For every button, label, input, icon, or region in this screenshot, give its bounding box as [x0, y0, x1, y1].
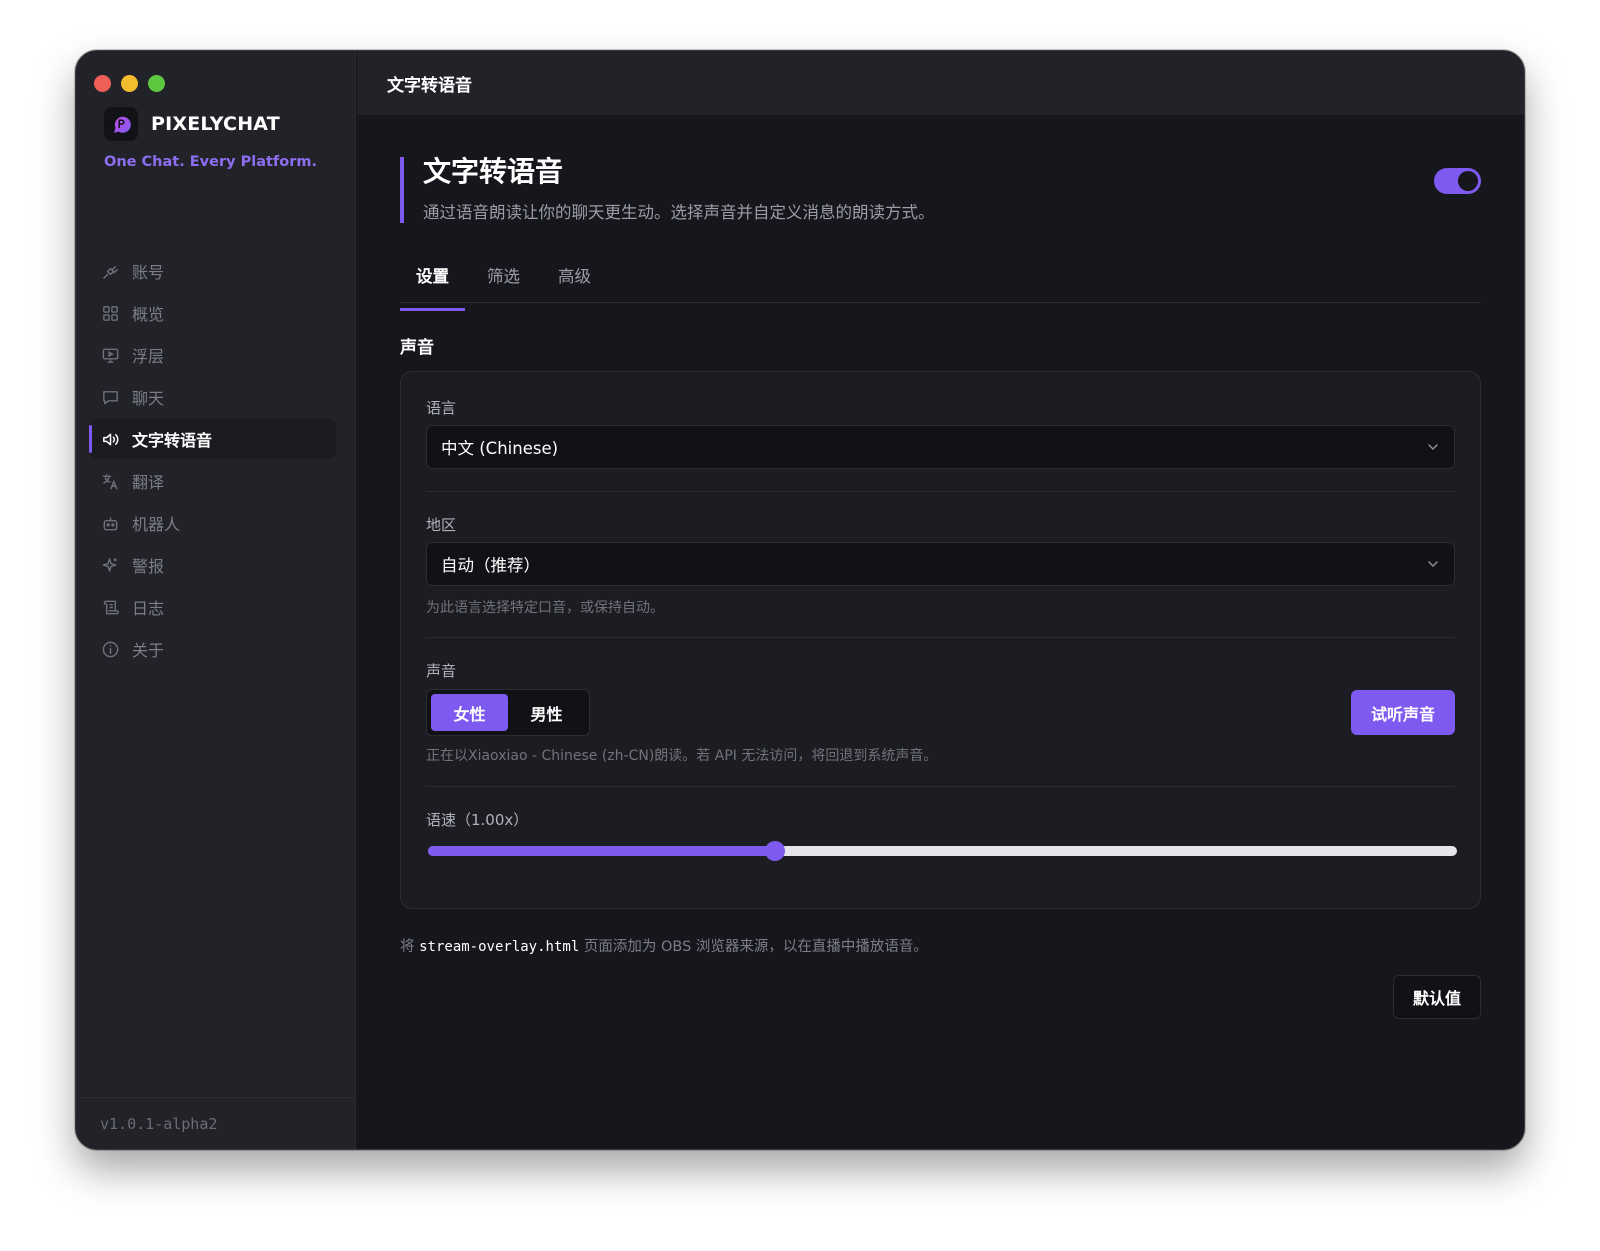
region-label: 地区	[426, 516, 457, 534]
sidebar-item-translate[interactable]: 翻译	[89, 461, 336, 501]
sparkle-icon	[102, 557, 117, 572]
slider-fill	[428, 846, 775, 856]
sidebar-item-overlay[interactable]: 浮层	[89, 335, 336, 375]
obs-note-filename: stream-overlay.html	[419, 939, 580, 955]
language-select[interactable]: 中文 (Chinese)	[426, 425, 1455, 469]
obs-note: 将 stream-overlay.html 页面添加为 OBS 浏览器来源，以在…	[400, 935, 928, 956]
sidebar-item-label: 翻译	[132, 473, 165, 492]
voice-male-option[interactable]: 男性	[508, 694, 585, 731]
app-window: PIXELYCHAT One Chat. Every Platform. 账号 …	[75, 50, 1525, 1150]
sidebar-nav: 账号 概览 浮层 聊天 文字转语音 翻译 机器人 警报 日志 关于	[89, 251, 336, 671]
speaker-icon	[103, 433, 119, 445]
sidebar-item-about[interactable]: 关于	[89, 629, 336, 669]
voice-gender-segmented: 女性 男性	[426, 689, 590, 736]
divider	[426, 786, 1455, 787]
tab-settings[interactable]: 设置	[400, 260, 465, 311]
sidebar-item-bot[interactable]: 机器人	[89, 503, 336, 543]
sidebar-item-label: 概览	[132, 305, 165, 324]
translate-icon	[102, 473, 118, 489]
tab-advanced[interactable]: 高级	[542, 260, 607, 302]
tab-bar: 设置 筛选 高级	[400, 260, 1481, 311]
sidebar-item-chat[interactable]: 聊天	[89, 377, 336, 417]
monitor-icon	[102, 348, 119, 363]
sidebar-item-alerts[interactable]: 警报	[89, 545, 336, 585]
window-controls	[94, 75, 165, 92]
voice-settings-card: 语言 中文 (Chinese) 地区 自动（推荐） 为此语言选择特定口音，或保持…	[400, 371, 1481, 909]
sidebar-item-label: 日志	[132, 599, 165, 618]
zoom-window-button[interactable]	[148, 75, 165, 92]
main-content: 文字转语音 通过语音朗读让你的聊天更生动。选择声音并自定义消息的朗读方式。 设置…	[357, 115, 1524, 1149]
tts-enable-toggle[interactable]	[1434, 168, 1481, 194]
region-select[interactable]: 自动（推荐）	[426, 542, 1455, 586]
scroll-icon	[103, 600, 119, 614]
brand-name: PIXELYCHAT	[151, 113, 280, 135]
sidebar-item-label: 账号	[132, 263, 165, 282]
close-window-button[interactable]	[94, 75, 111, 92]
obs-note-suffix: 页面添加为 OBS 浏览器来源，以在直播中播放语音。	[583, 939, 928, 955]
info-icon	[102, 641, 119, 657]
tab-filters[interactable]: 筛选	[471, 260, 536, 302]
page-title: 文字转语音	[423, 155, 564, 188]
language-label: 语言	[426, 399, 457, 417]
sidebar-item-account[interactable]: 账号	[89, 251, 336, 291]
section-title: 声音	[400, 338, 434, 358]
plug-icon	[103, 265, 118, 279]
brand-tagline: One Chat. Every Platform.	[104, 154, 317, 170]
region-value: 自动（推荐）	[441, 556, 540, 575]
sidebar-item-overview[interactable]: 概览	[89, 293, 336, 333]
rate-slider[interactable]	[428, 841, 1457, 861]
chevron-down-icon	[1428, 561, 1438, 568]
robot-icon	[103, 516, 118, 530]
voice-female-option[interactable]: 女性	[431, 694, 508, 731]
minimize-window-button[interactable]	[121, 75, 138, 92]
page-description: 通过语音朗读让你的聊天更生动。选择声音并自定义消息的朗读方式。	[423, 203, 935, 222]
language-value: 中文 (Chinese)	[441, 439, 559, 458]
sidebar-item-label: 机器人	[132, 515, 181, 534]
sidebar-item-label: 浮层	[132, 347, 165, 366]
sidebar: PIXELYCHAT One Chat. Every Platform. 账号 …	[76, 51, 356, 1149]
chevron-down-icon	[1428, 444, 1438, 451]
grid-icon	[103, 305, 118, 321]
rate-label: 语速（1.00x）	[426, 811, 529, 829]
topbar-title: 文字转语音	[357, 51, 1524, 115]
chat-bubble-icon	[103, 390, 118, 404]
sidebar-item-tts[interactable]: 文字转语音	[89, 419, 336, 459]
preview-voice-button[interactable]: 试听声音	[1351, 690, 1455, 735]
sidebar-item-label: 聊天	[132, 389, 165, 408]
reset-defaults-button[interactable]: 默认值	[1393, 975, 1481, 1019]
divider	[426, 637, 1455, 638]
page-header: 文字转语音 通过语音朗读让你的聊天更生动。选择声音并自定义消息的朗读方式。	[400, 155, 935, 223]
brand: PIXELYCHAT	[104, 107, 280, 141]
region-hint: 为此语言选择特定口音，或保持自动。	[426, 600, 664, 616]
sidebar-item-label: 关于	[132, 641, 165, 660]
voice-hint: 正在以Xiaoxiao - Chinese (zh-CN)朗读。若 API 无法…	[426, 748, 938, 764]
sidebar-item-label: 警报	[132, 557, 165, 576]
divider	[426, 491, 1455, 492]
toggle-knob	[1458, 171, 1478, 191]
version-label: v1.0.1-alpha2	[76, 1097, 355, 1149]
slider-thumb[interactable]	[764, 841, 785, 861]
sidebar-item-logs[interactable]: 日志	[89, 587, 336, 627]
sidebar-item-label: 文字转语音	[132, 431, 213, 450]
voice-label: 声音	[426, 662, 457, 680]
obs-note-prefix: 将	[400, 939, 415, 955]
app-logo-icon	[104, 107, 138, 141]
